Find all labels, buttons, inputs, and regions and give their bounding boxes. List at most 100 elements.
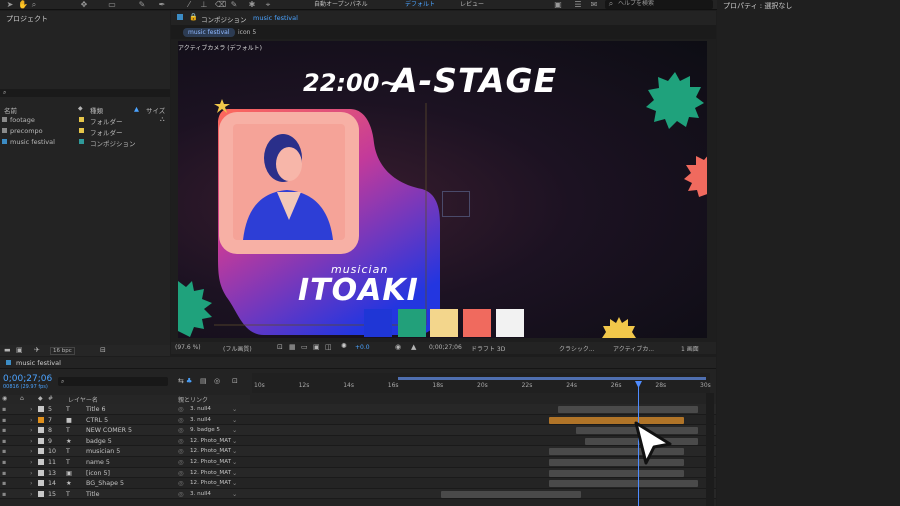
region-icon[interactable]: ⊡ bbox=[277, 343, 283, 351]
chat-icon[interactable]: ☰ bbox=[574, 1, 582, 9]
chevron-down-icon[interactable]: ⌄ bbox=[232, 437, 237, 446]
chevron-down-icon[interactable]: ⌄ bbox=[232, 469, 237, 478]
chevron-down-icon[interactable]: ⌄ bbox=[232, 405, 237, 414]
label-swatch[interactable] bbox=[38, 448, 44, 455]
label-swatch[interactable] bbox=[38, 406, 44, 412]
expand-chevron-icon[interactable]: › bbox=[30, 490, 33, 499]
pickwhip-icon[interactable]: ◎ bbox=[178, 469, 184, 478]
shy-icon[interactable]: ♣ bbox=[186, 377, 192, 385]
layer-name[interactable]: CTRL 5 bbox=[86, 416, 108, 425]
parent-select[interactable]: 12. Photo_MAT bbox=[190, 458, 231, 467]
breadcrumb-item[interactable]: icon 5 bbox=[233, 28, 261, 37]
snapshot-icon[interactable]: ◉ bbox=[395, 343, 401, 351]
workspace-review[interactable]: レビュー bbox=[460, 1, 484, 9]
pin-tool-icon[interactable]: ⌖ bbox=[264, 1, 272, 9]
comp-timecode[interactable]: 0;00;27;06 bbox=[429, 344, 462, 351]
folder-icon[interactable]: ▬ bbox=[4, 346, 11, 354]
column-name[interactable]: 名前 bbox=[4, 105, 17, 115]
parent-select[interactable]: 3. null4 bbox=[190, 405, 211, 414]
layer-duration-bar[interactable] bbox=[558, 406, 698, 413]
column-size[interactable]: サイズ bbox=[146, 105, 165, 115]
pickwhip-icon[interactable]: ◎ bbox=[178, 437, 184, 446]
pickwhip-icon[interactable]: ◎ bbox=[178, 490, 184, 499]
layer-duration-bar[interactable] bbox=[549, 480, 698, 488]
layer-name[interactable]: musician 5 bbox=[86, 447, 120, 456]
lock-icon[interactable]: ⌂ bbox=[20, 395, 24, 402]
layer-duration-bar[interactable] bbox=[549, 469, 684, 477]
layer-duration-bar[interactable] bbox=[441, 490, 581, 498]
share-icon[interactable]: ▣ bbox=[554, 1, 562, 9]
renderer-mode-select[interactable]: クラシック... bbox=[559, 344, 595, 353]
mask-visibility-icon[interactable]: ▭ bbox=[301, 343, 308, 351]
list-item[interactable]: footage フォルダー ⛬ bbox=[0, 115, 170, 126]
visibility-toggle-icon[interactable]: ▪ bbox=[2, 437, 6, 446]
pickwhip-icon[interactable]: ◎ bbox=[178, 405, 184, 414]
label-swatch[interactable] bbox=[79, 128, 84, 133]
expand-chevron-icon[interactable]: › bbox=[30, 447, 33, 456]
new-comp-icon[interactable]: ▣ bbox=[16, 346, 23, 354]
expand-chevron-icon[interactable]: › bbox=[30, 479, 33, 488]
mask-tool-icon[interactable]: ▭ bbox=[108, 1, 116, 9]
chevron-down-icon[interactable]: ⌄ bbox=[232, 447, 237, 456]
help-search-box[interactable]: ⌕ ヘルプを検索 bbox=[605, 0, 713, 9]
bpc-button[interactable]: 16 bpc bbox=[50, 347, 75, 355]
label-swatch[interactable] bbox=[38, 416, 44, 423]
selection-tool-icon[interactable]: ➤ bbox=[6, 1, 14, 9]
channel-icon[interactable]: ◫ bbox=[325, 343, 332, 351]
parent-select[interactable]: 12. Photo_MAT bbox=[190, 447, 231, 456]
label-swatch[interactable] bbox=[38, 490, 44, 497]
composition-viewer[interactable]: アクティブカメラ (デフォルト) 22:00~ A-STAGE musician… bbox=[178, 41, 707, 338]
parent-select[interactable]: 3. null4 bbox=[190, 416, 211, 425]
hand-tool-icon[interactable]: ✋ bbox=[18, 1, 28, 9]
table-row[interactable]: ▪ › 14 ★ BG_Shape 5 ◎ 12. Photo_MAT ⌄ bbox=[0, 478, 716, 489]
workspace-default[interactable]: デフォルト bbox=[405, 1, 435, 9]
table-row[interactable]: ▪ › 11 Tname 5 ◎ 12. Photo_MAT ⌄ bbox=[0, 457, 716, 468]
label-swatch[interactable] bbox=[79, 117, 84, 122]
parent-header[interactable]: 親とリンク bbox=[178, 395, 208, 404]
expand-chevron-icon[interactable]: › bbox=[30, 416, 33, 425]
pickwhip-icon[interactable]: ◎ bbox=[178, 479, 184, 488]
visibility-toggle-icon[interactable]: ▪ bbox=[2, 458, 6, 467]
visibility-toggle-icon[interactable]: ▪ bbox=[2, 479, 6, 488]
comment-icon[interactable]: ✉ bbox=[590, 1, 598, 9]
settings-icon[interactable]: ✈ bbox=[34, 346, 40, 354]
zoom-tool-icon[interactable]: ⌕ bbox=[30, 1, 38, 9]
chevron-down-icon[interactable]: ⌄ bbox=[232, 416, 237, 425]
label-swatch[interactable] bbox=[38, 469, 44, 476]
hierarchy-icon[interactable]: ⛬ bbox=[160, 115, 165, 124]
label-swatch[interactable] bbox=[38, 427, 44, 434]
composition-name[interactable]: music festival bbox=[253, 14, 298, 22]
layer-name[interactable]: name 5 bbox=[86, 458, 110, 467]
parent-select[interactable]: 12. Photo_MAT bbox=[190, 469, 231, 478]
expand-chevron-icon[interactable]: › bbox=[30, 405, 33, 414]
label-column-icon[interactable]: ◆ bbox=[38, 395, 43, 402]
visibility-toggle-icon[interactable]: ▪ bbox=[2, 405, 6, 414]
layer-name[interactable]: [icon 5] bbox=[86, 469, 110, 478]
table-row[interactable]: ▪ › 10 Tmusician 5 ◎ 12. Photo_MAT ⌄ bbox=[0, 446, 716, 457]
visibility-toggle-icon[interactable]: ▪ bbox=[2, 416, 6, 425]
graph-editor-icon[interactable]: ⊡ bbox=[232, 377, 238, 385]
list-item[interactable]: music festival コンポジション bbox=[0, 137, 170, 148]
pickwhip-icon[interactable]: ◎ bbox=[178, 447, 184, 456]
table-row[interactable]: ▪ › 5 T Title 6 ◎ 3. null4 ⌄ bbox=[0, 404, 716, 415]
pen-tool-icon[interactable]: ✒ bbox=[158, 1, 166, 9]
layer-search-input[interactable]: ⌕ bbox=[58, 377, 168, 386]
parent-select[interactable]: 3. null4 bbox=[190, 490, 211, 499]
label-column-icon[interactable]: ◆ bbox=[78, 105, 83, 112]
table-row[interactable]: ▪ › 9 ★ badge 5 ◎ 12. Photo_MAT ⌄ bbox=[0, 435, 716, 447]
layer-name[interactable]: Title 6 bbox=[86, 405, 106, 414]
trash-icon[interactable]: ⊟ bbox=[100, 346, 106, 354]
visibility-toggle-icon[interactable]: ▪ bbox=[2, 447, 6, 456]
composition-panel-title[interactable]: コンポジション bbox=[201, 14, 247, 24]
zoom-level[interactable]: (97.6 %) bbox=[175, 344, 201, 351]
visibility-toggle-icon[interactable]: ▪ bbox=[2, 490, 6, 499]
layer-name[interactable]: BG_Shape 5 bbox=[86, 479, 124, 488]
exposure-value[interactable]: +0.0 bbox=[355, 344, 370, 351]
grid-icon[interactable]: ▣ bbox=[313, 343, 320, 351]
work-area-bar[interactable] bbox=[398, 377, 706, 380]
workspace-auto-open[interactable]: 自動オープンパネル bbox=[314, 1, 368, 9]
list-item[interactable]: precompo フォルダー bbox=[0, 126, 170, 137]
puppet-tool-icon[interactable]: ✱ bbox=[248, 1, 256, 9]
chevron-down-icon[interactable]: ⌄ bbox=[232, 490, 237, 499]
comp-flowchart-icon[interactable]: ⇆ bbox=[178, 377, 184, 385]
